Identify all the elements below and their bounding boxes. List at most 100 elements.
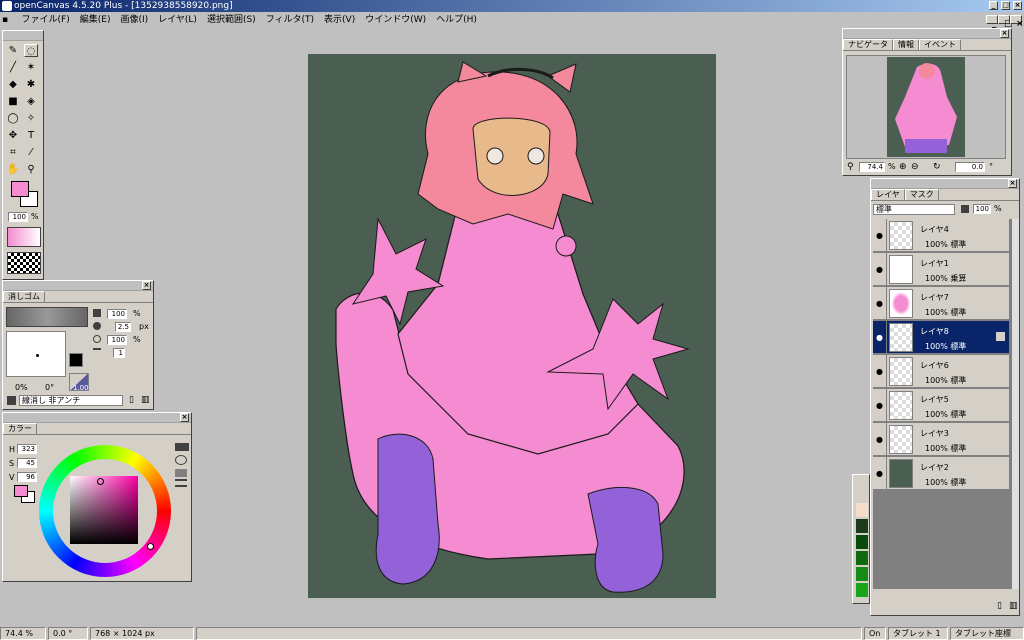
- texture-preview[interactable]: [7, 252, 41, 274]
- menu-view[interactable]: 表示(V): [319, 12, 360, 28]
- menu-help[interactable]: ヘルプ(H): [431, 12, 482, 28]
- tab-event[interactable]: イベント: [919, 39, 961, 50]
- eye-icon[interactable]: ●: [873, 219, 887, 252]
- fill-tool-icon[interactable]: ◆: [6, 78, 20, 91]
- eraser-opacity-field[interactable]: 100: [107, 309, 127, 319]
- tab-info[interactable]: 情報: [893, 39, 919, 50]
- menu-image[interactable]: 画像(I): [115, 12, 153, 28]
- tab-mask[interactable]: マスク: [904, 189, 939, 200]
- swatch[interactable]: [856, 503, 868, 517]
- sv-square[interactable]: [70, 476, 138, 544]
- doc-close-button[interactable]: ×: [1010, 15, 1024, 29]
- tab-color[interactable]: カラー: [3, 423, 37, 434]
- eraser-density-field[interactable]: 100: [107, 335, 127, 345]
- layer-row[interactable]: ● レイヤ5 100% 標準: [873, 389, 1009, 422]
- pen-tool-icon[interactable]: ✎: [6, 44, 20, 57]
- color-menu-icon[interactable]: [175, 479, 187, 487]
- layers-scrollbar[interactable]: [1011, 219, 1019, 589]
- close-button[interactable]: ×: [1013, 1, 1022, 10]
- doc-minimize-button[interactable]: _: [986, 15, 998, 29]
- swatch[interactable]: [856, 535, 868, 549]
- toolbox-opacity-field[interactable]: 100: [8, 212, 28, 222]
- menu-window[interactable]: ウインドウ(W): [360, 12, 431, 28]
- layer-row[interactable]: ● レイヤ2 100% 標準: [873, 457, 1009, 490]
- eye-icon[interactable]: ●: [873, 423, 887, 456]
- new-layer-icon[interactable]: ▯: [997, 601, 1002, 611]
- doc-restore-button[interactable]: □: [998, 15, 1013, 29]
- lasso-select-icon[interactable]: ◯: [6, 112, 20, 125]
- rotate-icon[interactable]: ↻: [933, 162, 941, 172]
- eye-icon[interactable]: ●: [873, 287, 887, 320]
- tab-layer[interactable]: レイヤ: [871, 189, 905, 200]
- layer-row[interactable]: ● レイヤ7 100% 標準: [873, 287, 1009, 320]
- lasso-tool-icon[interactable]: ◌: [24, 44, 38, 57]
- zoom-tool-icon[interactable]: ⚲: [24, 163, 38, 176]
- layer-row[interactable]: ● レイヤ1 100% 乗算: [873, 253, 1009, 286]
- swatch[interactable]: [856, 583, 868, 597]
- magic-wand-icon[interactable]: ✧: [24, 112, 38, 125]
- value-field[interactable]: 96: [17, 472, 37, 482]
- brush-color-swatch[interactable]: [69, 353, 83, 367]
- navigator-thumbnail[interactable]: [887, 57, 965, 157]
- zoom-out-icon[interactable]: ⚲: [847, 162, 854, 172]
- maximize-button[interactable]: □: [1001, 1, 1010, 10]
- rect-select-icon[interactable]: ■: [6, 95, 20, 108]
- minimize-button[interactable]: _: [989, 1, 998, 10]
- eraser-size-field[interactable]: 2.5: [115, 322, 131, 332]
- eraser-preset-name[interactable]: 線消し 非アンチ: [19, 395, 123, 406]
- eye-icon[interactable]: ●: [873, 321, 887, 354]
- color-swap-icon[interactable]: [175, 469, 187, 477]
- tab-eraser[interactable]: 消しゴム: [3, 291, 45, 302]
- delete-layer-icon[interactable]: ▥: [1009, 601, 1018, 611]
- zoom-reset-icon[interactable]: ⊖: [911, 162, 919, 172]
- layers-close-button[interactable]: ×: [1008, 179, 1017, 188]
- eye-icon[interactable]: ●: [873, 253, 887, 286]
- layer-lock-icon[interactable]: [996, 332, 1005, 341]
- eye-icon[interactable]: ●: [873, 355, 887, 388]
- eraser-spacing-field[interactable]: 1: [113, 348, 125, 358]
- new-preset-icon[interactable]: ▯: [129, 395, 134, 405]
- zoom-in-icon[interactable]: ⊕: [899, 162, 907, 172]
- blend-mode-select[interactable]: 標準: [873, 204, 955, 215]
- menu-filter[interactable]: フィルタ(T): [261, 12, 319, 28]
- layer-row[interactable]: ● レイヤ6 100% 標準: [873, 355, 1009, 388]
- foreground-color-swatch[interactable]: [11, 181, 29, 197]
- menu-selection[interactable]: 選択範囲(S): [202, 12, 261, 28]
- layer-row[interactable]: ● レイヤ3 100% 標準: [873, 423, 1009, 456]
- menu-edit[interactable]: 編集(E): [75, 12, 116, 28]
- swatch[interactable]: [856, 519, 868, 533]
- swatch[interactable]: [856, 567, 868, 581]
- app-menu-icon[interactable]: ▪: [2, 12, 14, 28]
- eye-icon[interactable]: ●: [873, 457, 887, 490]
- hand-tool-icon[interactable]: ✋: [6, 163, 20, 176]
- color-mode-icon[interactable]: [175, 443, 189, 451]
- menu-layer[interactable]: レイヤ(L): [153, 12, 202, 28]
- color-fg-swatch[interactable]: [14, 485, 28, 497]
- delete-preset-icon[interactable]: ▥: [141, 395, 150, 405]
- crop-tool-icon[interactable]: ⌗: [6, 146, 20, 159]
- watercolor-tool-icon[interactable]: ✱: [24, 78, 38, 91]
- eye-icon[interactable]: ●: [873, 389, 887, 422]
- layer-opacity-field[interactable]: 100: [973, 204, 991, 214]
- brush-strip[interactable]: [6, 307, 88, 327]
- eyedropper-icon[interactable]: ⁄: [24, 146, 38, 159]
- tab-navigator[interactable]: ナビゲータ: [843, 39, 893, 50]
- swatch[interactable]: [856, 551, 868, 565]
- navigator-close-button[interactable]: ×: [1000, 29, 1009, 38]
- saturation-field[interactable]: 45: [17, 458, 37, 468]
- move-tool-icon[interactable]: ✥: [6, 129, 20, 142]
- color-panel-close-button[interactable]: ×: [180, 413, 189, 422]
- brush-tool-icon[interactable]: ╱: [6, 61, 20, 74]
- layer-row-selected[interactable]: ● レイヤ8 100% 標準: [873, 321, 1009, 354]
- bucket-tool-icon[interactable]: ◈: [24, 95, 38, 108]
- navigator-zoom-field[interactable]: 74.4: [859, 162, 885, 172]
- navigator-angle-field[interactable]: 0.0: [955, 162, 985, 172]
- eraser-panel-close-button[interactable]: ×: [142, 281, 151, 290]
- menu-file[interactable]: ファイル(F): [17, 12, 75, 28]
- color-picker-icon[interactable]: [175, 455, 187, 465]
- hue-field[interactable]: 323: [17, 444, 37, 454]
- gradient-preview[interactable]: [7, 227, 41, 247]
- airbrush-tool-icon[interactable]: ✶: [24, 61, 38, 74]
- canvas[interactable]: [308, 54, 716, 598]
- layer-row[interactable]: ● レイヤ4 100% 標準: [873, 219, 1009, 252]
